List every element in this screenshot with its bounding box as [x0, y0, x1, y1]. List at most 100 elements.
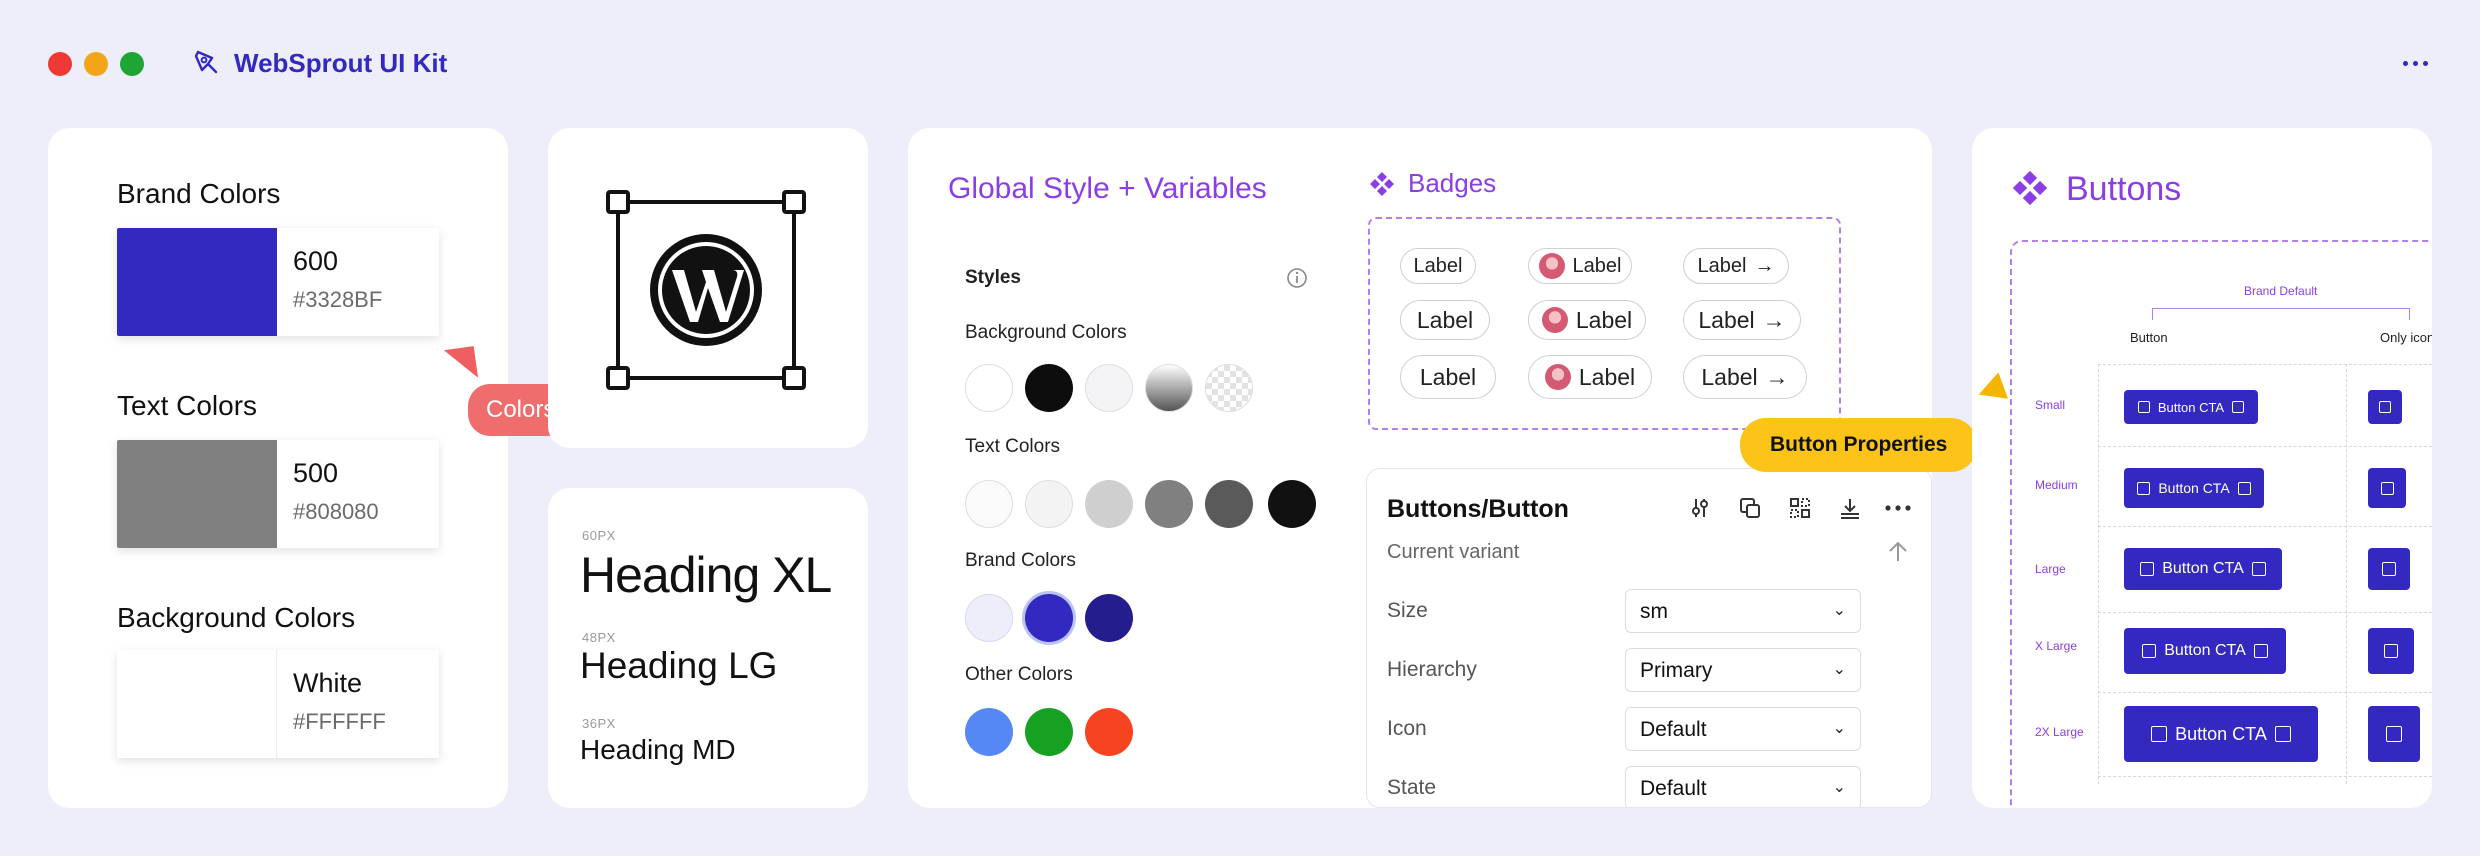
styles-label: Styles [965, 267, 1021, 288]
group-bracket [2152, 308, 2410, 320]
text-swatch-6[interactable] [1268, 480, 1316, 528]
heading-xl-sample: Heading XL [580, 547, 832, 603]
upload-icon[interactable] [1883, 537, 1913, 567]
heading-md-sample: Heading MD [580, 734, 736, 765]
grid-line [2098, 446, 2432, 447]
grid-icon[interactable] [1785, 493, 1815, 523]
avatar [1538, 253, 1565, 279]
background-color-chip [117, 650, 277, 758]
square-icon [2137, 401, 2150, 413]
chevron-down-icon: ⌄ [1832, 720, 1846, 737]
other-swatch-blue[interactable] [965, 708, 1013, 756]
icon-button-small[interactable] [2368, 390, 2402, 424]
info-icon[interactable] [1285, 266, 1309, 290]
brand-color-swatch[interactable]: 600 #3328BF [117, 228, 439, 336]
badge-lg[interactable]: Label [1400, 355, 1496, 399]
badge-md-avatar[interactable]: Label [1528, 300, 1646, 340]
close-window-dot[interactable] [48, 52, 72, 76]
icon-button-xlarge[interactable] [2368, 628, 2414, 674]
square-icon [2384, 644, 2398, 658]
button-properties-tag: Button Properties [1740, 418, 1978, 472]
other-colors-label: Other Colors [965, 664, 1073, 685]
button-cta-xlarge[interactable]: Button CTA [2124, 628, 2286, 674]
brand-swatch-dark[interactable] [1085, 594, 1133, 642]
text-swatch-2[interactable] [1025, 480, 1073, 528]
more-icon[interactable] [1883, 493, 1913, 523]
size-select[interactable]: sm ⌄ [1625, 589, 1861, 633]
hierarchy-select[interactable]: Primary ⌄ [1625, 648, 1861, 692]
badges-title: Badges [1408, 168, 1497, 198]
hierarchy-label: Hierarchy [1387, 658, 1477, 681]
brand-hex: #3328BF [293, 287, 383, 312]
grid-line [2098, 692, 2432, 693]
maximize-window-dot[interactable] [120, 52, 144, 76]
badge-lg-arrow[interactable]: Label → [1683, 355, 1807, 399]
button-cta-medium[interactable]: Button CTA [2124, 468, 2264, 508]
square-icon [2386, 726, 2402, 742]
badge-md[interactable]: Label [1400, 300, 1490, 340]
brand-swatch-light[interactable] [965, 594, 1013, 642]
background-hex: #FFFFFF [293, 709, 386, 734]
download-icon[interactable] [1835, 493, 1865, 523]
brand-colors-label: Brand Colors [965, 550, 1076, 571]
text-swatch-5[interactable] [1205, 480, 1253, 528]
brand-shade: 600 [293, 246, 339, 276]
bg-swatch-white[interactable] [965, 364, 1013, 412]
arrow-right-icon: → [1754, 254, 1775, 277]
text-swatch-3[interactable] [1085, 480, 1133, 528]
brand-swatch-main[interactable] [1025, 594, 1073, 642]
badge-sm-arrow[interactable]: Label → [1683, 248, 1789, 284]
background-colors-title: Background Colors [117, 602, 356, 633]
text-swatch-4[interactable] [1145, 480, 1193, 528]
wordpress-logo-icon [606, 190, 806, 390]
heading-md-size: 36PX [582, 716, 616, 731]
button-cta-small[interactable]: Button CTA [2124, 390, 2258, 424]
props-title: Buttons/Button [1387, 495, 1569, 523]
buttons-title: Buttons [2066, 170, 2182, 208]
other-swatch-green[interactable] [1025, 708, 1073, 756]
size-2xlarge-label: 2X Large [2035, 725, 2084, 739]
grid-line [2098, 364, 2432, 365]
more-options-icon[interactable] [2398, 46, 2432, 80]
size-xlarge-label: X Large [2035, 639, 2078, 653]
bg-colors-label: Background Colors [965, 322, 1127, 343]
grid-line [2098, 364, 2099, 784]
button-properties-panel: Buttons/Button Current variant Size sm ⌄ … [1366, 468, 1932, 808]
other-swatch-red[interactable] [1085, 708, 1133, 756]
size-small-label: Small [2035, 398, 2066, 412]
square-icon [2274, 726, 2291, 742]
icon-button-medium[interactable] [2368, 468, 2406, 508]
arrow-right-icon: → [1762, 306, 1786, 333]
icon-button-2xlarge[interactable] [2368, 706, 2420, 762]
text-swatch-1[interactable] [965, 480, 1013, 528]
state-select[interactable]: Default ⌄ [1625, 766, 1861, 807]
button-cta-2xlarge[interactable]: Button CTA [2124, 706, 2318, 762]
badge-md-arrow[interactable]: Label → [1683, 300, 1801, 340]
square-icon [2142, 644, 2157, 658]
col-button-label: Button [2130, 330, 2168, 345]
bg-swatch-gradient[interactable] [1145, 364, 1193, 412]
square-icon [2237, 481, 2251, 495]
icon-select[interactable]: Default ⌄ [1625, 707, 1861, 751]
copy-component-icon[interactable] [1735, 493, 1765, 523]
background-color-swatch[interactable]: White #FFFFFF [117, 650, 439, 758]
text-color-swatch[interactable]: 500 #808080 [117, 440, 439, 548]
grid-line [2098, 526, 2432, 527]
badge-sm-avatar[interactable]: Label [1528, 248, 1632, 284]
bg-swatch-black[interactable] [1025, 364, 1073, 412]
heading-lg-size: 48PX [582, 630, 616, 645]
props-subtitle: Current variant [1387, 541, 1520, 563]
badge-sm[interactable]: Label [1400, 248, 1476, 284]
bg-swatch-transparent[interactable] [1205, 364, 1253, 412]
heading-lg-sample: Heading LG [580, 645, 778, 686]
icon-button-large[interactable] [2368, 548, 2410, 590]
square-icon [2151, 726, 2168, 742]
bg-swatch-light[interactable] [1085, 364, 1133, 412]
square-icon [2251, 562, 2266, 576]
sliders-icon[interactable] [1685, 493, 1715, 523]
badge-lg-avatar[interactable]: Label [1528, 355, 1652, 399]
background-shade: White [293, 668, 363, 698]
minimize-window-dot[interactable] [84, 52, 108, 76]
brand-colors-title: Brand Colors [117, 178, 281, 209]
button-cta-large[interactable]: Button CTA [2124, 548, 2282, 590]
